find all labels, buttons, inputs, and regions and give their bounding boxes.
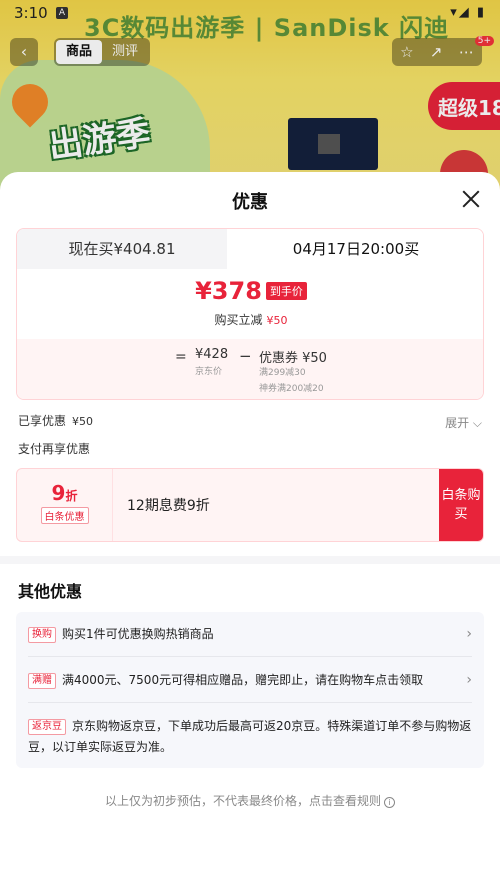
price-breakdown: = ¥428 京东价 − 优惠券 ¥50 满299减30 神券满200减20 (17, 339, 483, 399)
tab-buy-now[interactable]: 现在买¥404.81 (17, 229, 227, 269)
coupon-amount: 优惠券 ¥50 (259, 351, 327, 366)
enjoyed-discount: 已享优惠 ¥50 (18, 412, 93, 429)
coupon-detail: 神券满200减20 (259, 384, 324, 394)
instant-discount: 购买立减 ¥50 (17, 311, 483, 328)
other-offers-title: 其他优惠 (18, 582, 83, 601)
other-offers-list: 换购 购买1件可优惠换购热销商品 › 满赠 满4000元、7500元可得相应赠品，赠… (16, 612, 484, 768)
enjoyed-amount: ¥50 (72, 415, 94, 428)
chevron-right-icon: › (466, 672, 472, 688)
baitiao-offer-card[interactable]: 9折 白条优惠 12期息费9折 白条购买 (16, 468, 484, 542)
pay-more-label: 支付再享优惠 (18, 442, 91, 456)
discount-sheet: 优惠 现在买¥404.81 04月17日20:00买 ¥378 到手价 购买立减 ¥… (0, 172, 500, 889)
dim-overlay[interactable] (0, 0, 500, 200)
offer-divider (28, 702, 472, 703)
equals-sign: = (175, 349, 187, 365)
jd-price: ¥428 (195, 347, 229, 362)
offer-tag: 换购 (28, 627, 56, 643)
expand-button[interactable]: 展开 ⌵ (445, 414, 482, 431)
close-icon[interactable] (458, 186, 484, 212)
info-icon: i (384, 797, 395, 808)
offer-item-exchange[interactable]: 换购 购买1件可优惠换购热销商品 › (28, 624, 472, 645)
jd-price-label: 京东价 (195, 367, 223, 377)
final-price-row: ¥378 到手价 (17, 277, 483, 305)
offer-tag: 满赠 (28, 673, 56, 689)
baitiao-discount: 9折 (51, 481, 78, 505)
baitiao-text: 12期息费9折 (127, 498, 210, 514)
baitiao-discount-block: 9折 白条优惠 (17, 469, 113, 541)
price-card: 现在买¥404.81 04月17日20:00买 ¥378 到手价 购买立减 ¥50 … (16, 228, 484, 400)
instant-discount-label: 购买立减 (214, 313, 263, 327)
offer-text: 满4000元、7500元可得相应赠品，赠完即止，请在购物车点击领取 (62, 673, 424, 687)
offer-divider (28, 656, 472, 657)
final-price-tag: 到手价 (265, 282, 307, 300)
minus-sign: − (239, 347, 252, 365)
coupon-detail: 满299减30 (259, 368, 306, 378)
tab-buy-later[interactable]: 04月17日20:00买 (227, 229, 483, 269)
instant-discount-amount: ¥50 (266, 314, 288, 327)
chevron-right-icon: › (466, 626, 472, 642)
enjoyed-label: 已享优惠 (18, 414, 67, 428)
section-divider (0, 556, 500, 564)
baitiao-label: 白条优惠 (40, 507, 89, 524)
offer-text: 购买1件可优惠换购热销商品 (62, 627, 214, 641)
rules-note[interactable]: 以上仅为初步预估，不代表最终价格，点击查看规则 i (0, 792, 500, 809)
offer-text: 京东购物返京豆，下单成功后最高可返20京豆。特殊渠道订单不参与购物返豆，以订单实… (28, 719, 472, 754)
offer-item-jingdou: 返京豆 京东购物返京豆，下单成功后最高可返20京豆。特殊渠道订单不参与购物返豆，以… (28, 716, 472, 758)
baitiao-buy-button[interactable]: 白条购买 (439, 469, 483, 541)
offer-tag: 返京豆 (28, 719, 66, 735)
rules-note-text: 以上仅为初步预估，不代表最终价格，点击查看规则 (104, 794, 381, 808)
sheet-title: 优惠 (232, 192, 268, 213)
offer-item-gift[interactable]: 满赠 满4000元、7500元可得相应赠品，赠完即止，请在购物车点击领取 › (28, 670, 472, 691)
final-price: ¥378 (195, 277, 262, 305)
